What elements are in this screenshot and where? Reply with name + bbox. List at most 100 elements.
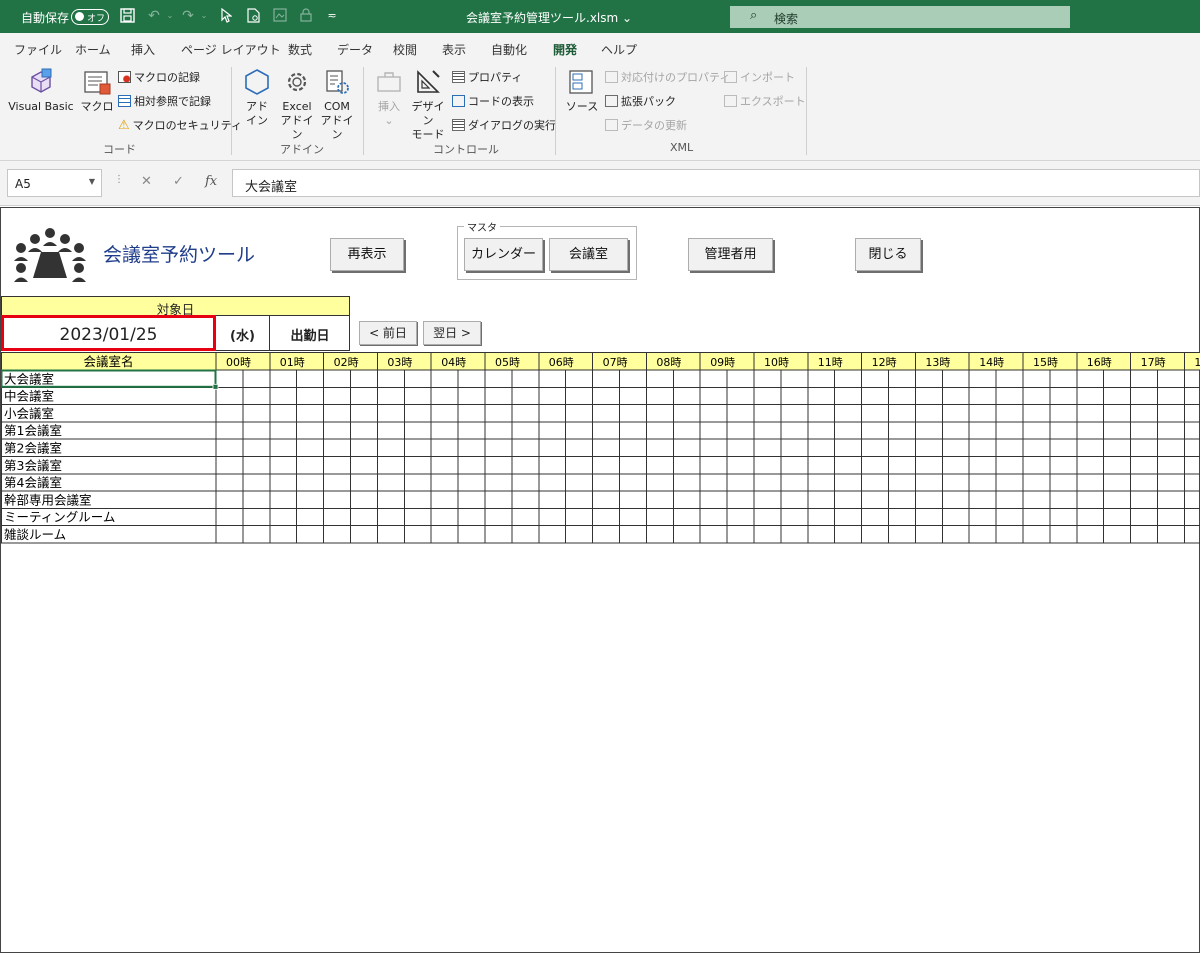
tab-data[interactable]: データ [337, 41, 373, 58]
worksheet[interactable]: 会議室予約ツール 再表示 マスタ カレンダー 会議室 管理者用 閉じる 対象日 … [0, 207, 1200, 953]
design-mode-button[interactable]: デザイン モード [408, 67, 448, 142]
record-macro-label: マクロの記録 [134, 71, 200, 84]
reservation-grid[interactable]: 00時 01時 02時 03時 04時 05時 06時 07時 08時 09時 10時 11時 12時 1… [1, 352, 1200, 548]
gear-icon [287, 72, 307, 92]
meeting-room-button[interactable]: 会議室 [549, 238, 628, 271]
tab-formulas[interactable]: 数式 [288, 41, 312, 58]
cancel-icon[interactable]: ✕ [141, 174, 152, 189]
tab-home[interactable]: ホーム [75, 41, 111, 58]
refresh-button[interactable]: 再表示 [330, 238, 404, 271]
xml-source-button[interactable]: ソース [564, 67, 600, 114]
ribbon-developer: Visual Basic マクロ マクロの記録 相対参照で記録 ⚠ マクロのセキュ… [0, 61, 1200, 161]
name-box[interactable]: A5 ▼ [7, 169, 102, 197]
xml-export-button[interactable]: エクスポート [724, 93, 806, 109]
admin-button[interactable]: 管理者用 [688, 238, 773, 271]
expansion-packs-button[interactable]: 拡張パック [605, 93, 676, 109]
lock-icon[interactable] [298, 8, 314, 24]
save-icon[interactable] [119, 8, 135, 24]
target-date-header: 対象日 [1, 296, 350, 317]
undo-dropdown-icon[interactable]: ⌄ [162, 8, 178, 24]
visual-basic-icon [31, 68, 52, 93]
xml-source-icon [569, 70, 593, 94]
insert-function-icon[interactable]: fx [205, 174, 217, 189]
tab-page-layout[interactable]: ページ レイアウト [181, 41, 281, 58]
tab-help[interactable]: ヘルプ [601, 41, 637, 58]
excel-addins-button[interactable]: Excel アドイン [278, 67, 316, 142]
customize-quick-access-icon[interactable]: ≂ [324, 8, 340, 24]
macro-security-button[interactable]: ⚠ マクロのセキュリティ [118, 117, 242, 133]
hour-label: 10時 [764, 356, 789, 369]
export-icon [724, 95, 737, 107]
group-separator [806, 67, 807, 155]
insert-control-label: 挿入 [378, 100, 400, 113]
relative-reference-button[interactable]: 相対参照で記録 [118, 93, 211, 109]
hour-label: 06時 [549, 356, 574, 369]
group-separator [555, 67, 556, 155]
xml-import-button[interactable]: インポート [724, 69, 795, 85]
meeting-logo-icon [14, 228, 86, 282]
com-addins-button[interactable]: COM アドイン [318, 67, 356, 142]
autosave-toggle[interactable]: オフ [71, 9, 109, 25]
xml-import-label: インポート [740, 71, 795, 84]
view-code-button[interactable]: コードの表示 [452, 93, 534, 109]
hour-label: 13時 [925, 356, 950, 369]
room-name-cell: 大会議室 [4, 371, 54, 386]
undo-icon[interactable]: ↶ [146, 8, 162, 24]
chevron-down-icon[interactable]: ▼ [89, 177, 95, 186]
macro-icon [84, 71, 111, 95]
target-date-cell[interactable]: 2023/01/25 [1, 315, 216, 351]
room-name-cell: 雑談ルーム [4, 527, 66, 542]
enter-icon[interactable]: ✓ [173, 174, 184, 189]
tab-file[interactable]: ファイル [14, 41, 62, 58]
room-name-cell: ミーティングルーム [4, 510, 115, 525]
search-box[interactable]: ⌕ 検索 [730, 6, 1070, 28]
excel-addins-label-2: アドイン [280, 114, 314, 141]
hour-label: 04時 [441, 356, 466, 369]
document-icon[interactable] [245, 8, 261, 24]
tab-developer[interactable]: 開発 [553, 41, 578, 64]
macro-button[interactable]: マクロ [80, 67, 114, 114]
tab-view[interactable]: 表示 [442, 41, 466, 58]
redo-dropdown-icon[interactable]: ⌄ [196, 8, 212, 24]
addins-group-label: アドイン [280, 143, 324, 156]
map-properties-icon [605, 71, 618, 83]
refresh-data-button[interactable]: データの更新 [605, 117, 687, 133]
target-date-value: 2023/01/25 [59, 325, 158, 345]
design-mode-label-2: モード [411, 128, 445, 141]
properties-button[interactable]: プロパティ [452, 69, 522, 85]
map-properties-button[interactable]: 対応付けのプロパティ [605, 69, 730, 85]
prev-day-button[interactable]: < 前日 [359, 321, 417, 345]
room-name-cell: 第3会議室 [4, 458, 62, 473]
close-button[interactable]: 閉じる [855, 238, 921, 271]
file-title[interactable]: 会議室予約管理ツール.xlsm ⌄ [466, 9, 632, 26]
formula-input[interactable]: 大会議室 [232, 169, 1200, 197]
xml-export-label: エクスポート [740, 95, 806, 108]
pointer-icon[interactable] [218, 7, 234, 24]
date-info-row: (水) 出勤日 [216, 315, 350, 351]
macro-label: マクロ [80, 100, 114, 113]
view-code-icon [452, 95, 465, 107]
run-dialog-button[interactable]: ダイアログの実行 [452, 117, 556, 133]
excel-addins-label-1: Excel [282, 100, 312, 113]
visual-basic-button[interactable]: Visual Basic [8, 67, 74, 114]
hour-label: 08時 [656, 356, 681, 369]
design-mode-label-1: デザイン [411, 100, 445, 127]
tab-review[interactable]: 校閲 [393, 41, 417, 58]
fill-handle [212, 383, 219, 390]
insert-control-button[interactable]: 挿入 ⌄ [372, 67, 406, 128]
addins-label-2: イン [246, 114, 268, 127]
tab-automate[interactable]: 自動化 [491, 41, 527, 58]
room-name-cell: 第4会議室 [4, 475, 62, 490]
design-mode-icon [417, 70, 440, 93]
tab-insert[interactable]: 挿入 [131, 41, 155, 58]
com-addins-label-1: COM [324, 100, 350, 113]
controls-group-label: コントロール [433, 143, 499, 156]
expansion-packs-label: 拡張パック [621, 95, 676, 108]
addins-button[interactable]: アド イン [240, 67, 274, 128]
record-macro-button[interactable]: マクロの記録 [118, 69, 200, 85]
hour-label: 15時 [1033, 356, 1058, 369]
redo-icon[interactable]: ↷ [180, 8, 196, 24]
next-day-button[interactable]: 翌日 > [423, 321, 481, 345]
calendar-button[interactable]: カレンダー [464, 238, 543, 271]
screenshot-icon[interactable] [272, 8, 288, 24]
